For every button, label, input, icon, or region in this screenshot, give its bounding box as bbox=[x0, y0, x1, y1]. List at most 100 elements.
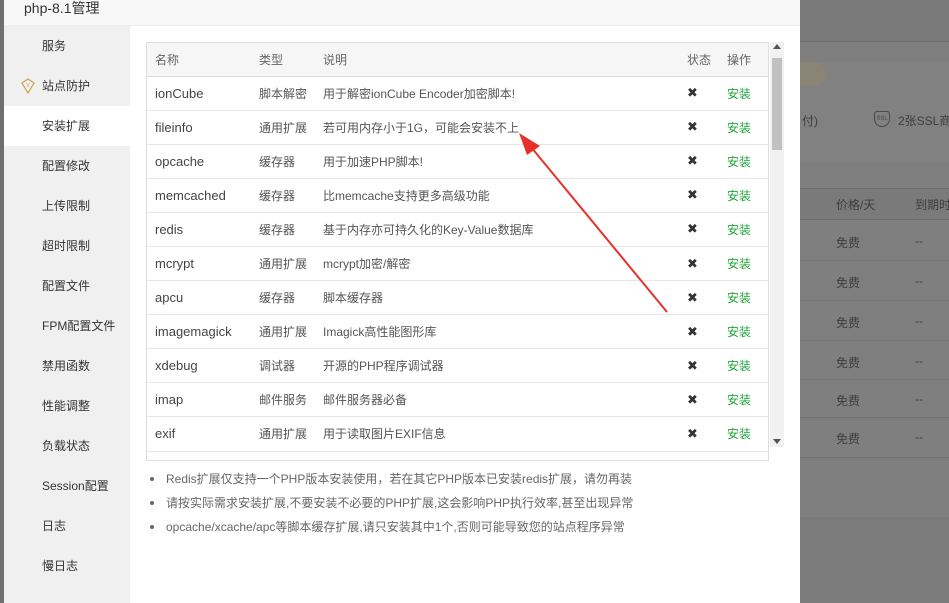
not-installed-icon: ✖ bbox=[687, 391, 698, 407]
sidebar-item-disabled-functions[interactable]: 禁用函数 bbox=[4, 346, 130, 386]
table-scrollbar[interactable] bbox=[770, 42, 784, 447]
sidebar-item-service[interactable]: 服务 bbox=[4, 26, 130, 66]
sidebar-item-slow-log[interactable]: 慢日志 bbox=[4, 546, 130, 586]
scroll-up-arrow-icon[interactable] bbox=[773, 44, 781, 49]
extension-name: imagemagick bbox=[147, 314, 251, 350]
sidebar-item-site-protection[interactable]: V 站点防护 bbox=[4, 66, 130, 106]
background-pay-text: 付) bbox=[802, 114, 818, 128]
extension-description: 开源的PHP程序调试器 bbox=[315, 348, 679, 384]
sidebar-item-install-extensions[interactable]: 安装扩展 bbox=[4, 106, 130, 146]
sidebar-item-label: 超时限制 bbox=[42, 239, 91, 253]
extensions-panel: 名称 类型 说明 状态 操作 ionCube 脚本解密 用于解密ionCube … bbox=[130, 26, 800, 603]
not-installed-icon: ✖ bbox=[687, 221, 698, 237]
background-ssl-label: 2张SSL商 bbox=[898, 114, 949, 128]
install-button[interactable]: 安装 bbox=[727, 155, 751, 169]
extension-name: ionCube bbox=[147, 76, 251, 111]
background-expire-cell: -- bbox=[915, 354, 923, 368]
sidebar-item-timeout-limit[interactable]: 超时限制 bbox=[4, 226, 130, 266]
sidebar-item-label: 安装扩展 bbox=[42, 119, 91, 133]
not-installed-icon: ✖ bbox=[687, 289, 698, 305]
install-button[interactable]: 安装 bbox=[727, 87, 751, 101]
sidebar-item-performance[interactable]: 性能调整 bbox=[4, 386, 130, 426]
extension-type: 通用扩展 bbox=[251, 246, 315, 282]
table-row: exif 通用扩展 用于读取图片EXIF信息 ✖ 安装 bbox=[147, 416, 768, 452]
sidebar-item-fpm-config[interactable]: FPM配置文件 bbox=[4, 306, 130, 346]
extension-name: opcache bbox=[147, 144, 251, 179]
svg-text:V: V bbox=[26, 83, 30, 89]
not-installed-icon: ✖ bbox=[687, 119, 698, 135]
install-button[interactable]: 安装 bbox=[727, 291, 751, 305]
background-price-cell: 免费 bbox=[836, 316, 861, 330]
background-top-bar bbox=[800, 0, 949, 42]
install-button[interactable]: 安装 bbox=[727, 393, 751, 407]
not-installed-icon: ✖ bbox=[687, 425, 698, 441]
sidebar-item-label: 服务 bbox=[42, 39, 67, 53]
not-installed-icon: ✖ bbox=[687, 153, 698, 169]
sidebar-item-upload-limit[interactable]: 上传限制 bbox=[4, 186, 130, 226]
extension-name: xdebug bbox=[147, 348, 251, 384]
background-row-divider bbox=[800, 300, 949, 301]
extension-description: 脚本缓存器 bbox=[315, 280, 679, 316]
column-header-description: 说明 bbox=[315, 43, 679, 77]
extension-description: 用于读取图片EXIF信息 bbox=[315, 416, 679, 452]
install-button[interactable]: 安装 bbox=[727, 223, 751, 237]
install-button[interactable]: 安装 bbox=[727, 325, 751, 339]
table-row: ionCube 脚本解密 用于解密ionCube Encoder加密脚本! ✖ … bbox=[147, 76, 768, 111]
extension-description: 用于解密ionCube Encoder加密脚本! bbox=[315, 76, 679, 111]
background-price-cell: 免费 bbox=[836, 236, 861, 250]
background-price-cell: 免费 bbox=[836, 276, 861, 290]
extension-description: 邮件服务器必备 bbox=[315, 382, 679, 418]
table-row: xdebug 调试器 开源的PHP程序调试器 ✖ 安装 bbox=[147, 348, 768, 384]
table-header-row: 名称 类型 说明 状态 操作 bbox=[147, 43, 768, 77]
extension-name: apcu bbox=[147, 280, 251, 316]
extension-name: mcrypt bbox=[147, 246, 251, 282]
scroll-down-arrow-icon[interactable] bbox=[773, 439, 781, 444]
sidebar-item-label: 配置文件 bbox=[42, 279, 91, 293]
scrollbar-thumb[interactable] bbox=[772, 58, 782, 150]
install-button[interactable]: 安装 bbox=[727, 427, 751, 441]
install-button[interactable]: 安装 bbox=[727, 121, 751, 135]
sidebar-item-config-edit[interactable]: 配置修改 bbox=[4, 146, 130, 186]
sidebar-item-label: FPM配置文件 bbox=[42, 319, 116, 333]
background-row-divider bbox=[800, 379, 949, 380]
install-button[interactable]: 安装 bbox=[727, 359, 751, 373]
column-header-status: 状态 bbox=[679, 43, 719, 77]
background-price-cell: 免费 bbox=[836, 356, 861, 370]
table-row: imagemagick 通用扩展 Imagick高性能图形库 ✖ 安装 bbox=[147, 314, 768, 350]
background-expire-cell: -- bbox=[915, 392, 923, 406]
background-expire-cell: -- bbox=[915, 314, 923, 328]
install-button[interactable]: 安装 bbox=[727, 257, 751, 271]
sidebar-item-session-config[interactable]: Session配置 bbox=[4, 466, 130, 506]
extension-type: 通用扩展 bbox=[251, 314, 315, 350]
background-col-expire: 到期时 bbox=[915, 198, 949, 212]
background-price-cell: 免费 bbox=[836, 432, 861, 446]
column-header-type: 类型 bbox=[251, 43, 315, 77]
sidebar-item-config-file[interactable]: 配置文件 bbox=[4, 266, 130, 306]
background-row-divider bbox=[800, 457, 949, 458]
sidebar-item-label: 负载状态 bbox=[42, 439, 91, 453]
extension-type: 缓存器 bbox=[251, 280, 315, 316]
ssl-shield-icon: SSL bbox=[874, 111, 890, 127]
background-row-divider bbox=[800, 260, 949, 261]
extension-description: 基于内存亦可持久化的Key-Value数据库 bbox=[315, 212, 679, 247]
extension-type: 通用扩展 bbox=[251, 416, 315, 452]
background-expire-cell: -- bbox=[915, 274, 923, 288]
sidebar-item-label: 站点防护 bbox=[42, 79, 91, 93]
table-row: imap 邮件服务 邮件服务器必备 ✖ 安装 bbox=[147, 382, 768, 418]
extension-type: 缓存器 bbox=[251, 144, 315, 179]
table-row: mcrypt 通用扩展 mcrypt加密/解密 ✖ 安装 bbox=[147, 246, 768, 282]
sidebar-item-load-status[interactable]: 负载状态 bbox=[4, 426, 130, 466]
install-button[interactable]: 安装 bbox=[727, 189, 751, 203]
extensions-table-container[interactable]: 名称 类型 说明 状态 操作 ionCube 脚本解密 用于解密ionCube … bbox=[146, 42, 769, 461]
sidebar-item-label: 禁用函数 bbox=[42, 359, 91, 373]
sidebar-item-label: 性能调整 bbox=[42, 399, 91, 413]
column-header-name: 名称 bbox=[147, 43, 251, 77]
background-row-divider bbox=[800, 417, 949, 418]
extension-type: 调试器 bbox=[251, 348, 315, 384]
extension-type: 脚本解密 bbox=[251, 76, 315, 111]
extension-description: 比memcache支持更多高级功能 bbox=[315, 178, 679, 213]
note-item: opcache/xcache/apc等脚本缓存扩展,请只安装其中1个,否则可能导… bbox=[150, 515, 770, 539]
table-row: apcu 缓存器 脚本缓存器 ✖ 安装 bbox=[147, 280, 768, 316]
sidebar-item-label: 配置修改 bbox=[42, 159, 91, 173]
sidebar-item-log[interactable]: 日志 bbox=[4, 506, 130, 546]
